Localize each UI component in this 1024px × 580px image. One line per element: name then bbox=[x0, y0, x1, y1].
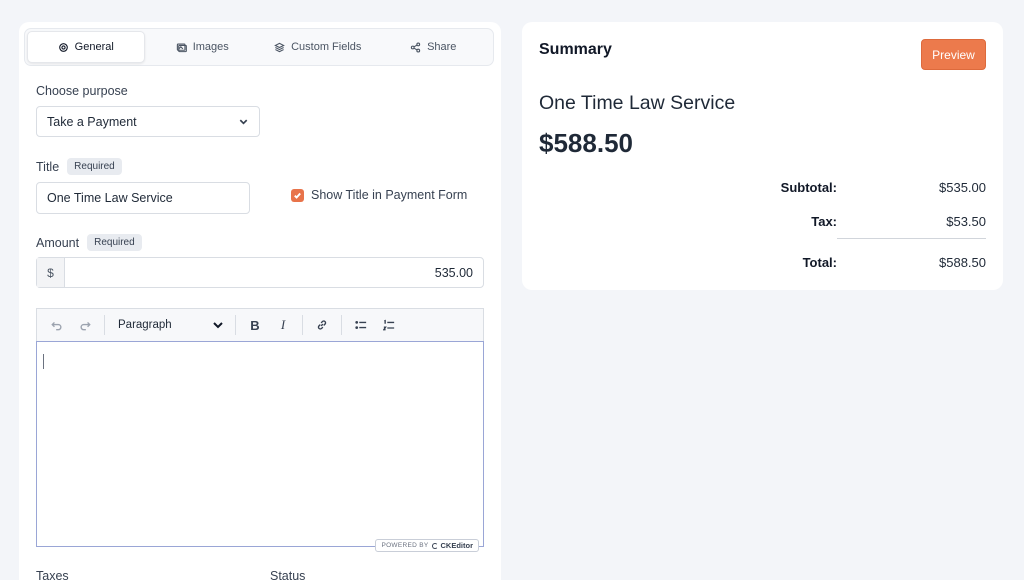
tab-label: Custom Fields bbox=[291, 41, 362, 53]
show-title-option[interactable]: Show Title in Payment Form bbox=[291, 188, 467, 202]
tab-general[interactable]: General bbox=[27, 31, 145, 63]
show-title-label: Show Title in Payment Form bbox=[311, 188, 468, 202]
tab-label: Images bbox=[192, 41, 229, 53]
ckeditor-brand: CKEditor bbox=[440, 541, 474, 550]
redo-button[interactable] bbox=[73, 313, 97, 337]
tax-row: Tax: $53.50 bbox=[539, 214, 986, 229]
summary-divider bbox=[837, 238, 986, 239]
powered-by-text: POWERED BY bbox=[381, 542, 429, 549]
purpose-value: Take a Payment bbox=[47, 114, 137, 129]
tab-custom-fields[interactable]: Custom Fields bbox=[260, 31, 376, 63]
editor-toolbar: Paragraph B I bbox=[36, 308, 484, 341]
required-badge: Required bbox=[67, 158, 122, 175]
text-caret bbox=[43, 354, 44, 369]
bullet-list-button[interactable] bbox=[349, 313, 373, 337]
amount-label: Amount Required bbox=[36, 234, 142, 251]
title-label: Title Required bbox=[36, 158, 122, 175]
tab-bar: General Images Custom Fields Share bbox=[24, 28, 494, 66]
ckeditor-logo-icon bbox=[431, 542, 438, 549]
numbered-list-icon bbox=[383, 319, 395, 331]
rich-text-editor: Paragraph B I POWERED BY CKEditor bbox=[36, 308, 484, 552]
service-name: One Time Law Service bbox=[539, 92, 736, 114]
italic-button[interactable]: I bbox=[271, 313, 295, 337]
amount-input-group: $ 535.00 bbox=[36, 257, 484, 288]
required-badge: Required bbox=[87, 234, 142, 251]
layers-icon bbox=[274, 42, 285, 52]
total-label: Total: bbox=[802, 255, 837, 270]
ckeditor-badge[interactable]: POWERED BY CKEditor bbox=[375, 539, 479, 552]
purpose-label: Choose purpose bbox=[36, 84, 128, 98]
summary-title: Summary bbox=[539, 41, 612, 58]
page: General Images Custom Fields Share Choos… bbox=[0, 0, 1024, 580]
tab-label: Share bbox=[427, 41, 457, 53]
amount-label-text: Amount bbox=[36, 235, 80, 250]
status-label: Status bbox=[270, 569, 306, 580]
share-icon bbox=[410, 41, 421, 53]
tab-images[interactable]: Images bbox=[145, 31, 261, 63]
taxes-label: Taxes bbox=[36, 569, 69, 580]
link-button[interactable] bbox=[310, 313, 334, 337]
undo-button[interactable] bbox=[45, 313, 69, 337]
bullet-list-icon bbox=[355, 321, 367, 329]
undo-icon bbox=[51, 321, 62, 331]
bold-button[interactable]: B bbox=[243, 313, 267, 337]
tab-label: General bbox=[74, 41, 114, 53]
purpose-label-text: Choose purpose bbox=[36, 84, 128, 98]
toolbar-divider bbox=[235, 315, 236, 335]
numbered-list-button[interactable] bbox=[377, 313, 401, 337]
subtotal-label: Subtotal: bbox=[780, 180, 837, 195]
total-row: Total: $588.50 bbox=[539, 255, 986, 270]
toolbar-divider bbox=[341, 315, 342, 335]
amount-input[interactable]: 535.00 bbox=[65, 258, 483, 287]
title-input[interactable]: One Time Law Service bbox=[36, 182, 250, 214]
paragraph-label: Paragraph bbox=[118, 319, 172, 331]
editor-content-area[interactable]: POWERED BY CKEditor bbox=[36, 341, 484, 552]
summary-card: Summary Preview One Time Law Service $58… bbox=[522, 22, 1003, 290]
tab-share[interactable]: Share bbox=[376, 31, 492, 63]
show-title-checkbox[interactable] bbox=[291, 188, 304, 202]
chevron-down-icon bbox=[239, 119, 248, 125]
toolbar-divider bbox=[302, 315, 303, 335]
check-icon bbox=[294, 192, 301, 199]
italic-icon: I bbox=[280, 317, 286, 332]
bold-icon: B bbox=[250, 317, 260, 333]
tax-label: Tax: bbox=[811, 214, 837, 229]
summary-total-amount: $588.50 bbox=[539, 128, 633, 158]
preview-button[interactable]: Preview bbox=[921, 39, 986, 70]
redo-icon bbox=[80, 321, 91, 331]
total-value: $588.50 bbox=[939, 255, 986, 270]
paragraph-dropdown[interactable]: Paragraph bbox=[112, 313, 228, 337]
purpose-select[interactable]: Take a Payment bbox=[36, 106, 260, 137]
currency-prefix: $ bbox=[37, 258, 65, 287]
chevron-down-icon bbox=[213, 322, 223, 329]
images-icon bbox=[176, 43, 187, 52]
toolbar-divider bbox=[104, 315, 105, 335]
form-card: General Images Custom Fields Share Choos… bbox=[19, 22, 501, 580]
title-label-text: Title bbox=[36, 159, 60, 174]
title-value: One Time Law Service bbox=[47, 191, 173, 205]
link-icon bbox=[317, 320, 327, 330]
subtotal-value: $535.00 bbox=[939, 180, 986, 195]
tax-value: $53.50 bbox=[946, 214, 986, 229]
gear-icon bbox=[58, 42, 68, 52]
subtotal-row: Subtotal: $535.00 bbox=[539, 180, 986, 195]
